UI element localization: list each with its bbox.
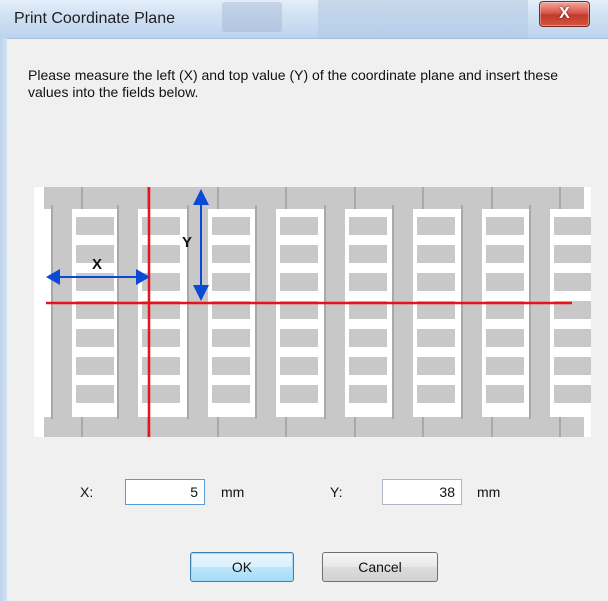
label-tile (349, 217, 387, 235)
label-tile (212, 357, 250, 375)
close-icon: X (559, 5, 570, 22)
label-tile (486, 245, 524, 263)
label-column-spine (52, 205, 72, 419)
label-tile (76, 217, 114, 235)
cancel-button[interactable]: Cancel (322, 552, 438, 582)
label-tile (280, 329, 318, 347)
ok-button[interactable]: OK (190, 552, 294, 582)
label-tile (212, 217, 250, 235)
label-tile (417, 329, 455, 347)
title-bar: Print Coordinate Plane X (0, 0, 608, 39)
label-tile (280, 385, 318, 403)
label-tile (349, 245, 387, 263)
x-unit-label: mm (221, 484, 245, 500)
label-tile (554, 273, 592, 291)
label-tile (349, 329, 387, 347)
label-tile (486, 273, 524, 291)
diagram-canvas: XY (44, 187, 592, 437)
label-tile (142, 217, 180, 235)
label-tile (76, 273, 114, 291)
label-tile (142, 385, 180, 403)
label-tile (142, 245, 180, 263)
x-measure-label: X (92, 256, 102, 273)
label-tile (76, 385, 114, 403)
label-tile (417, 385, 455, 403)
label-column-spine (256, 205, 276, 419)
label-column-spine (393, 205, 413, 419)
label-tile (349, 385, 387, 403)
coordinate-plane-diagram: XY (34, 187, 592, 437)
y-input[interactable] (382, 479, 462, 505)
label-tile (554, 385, 592, 403)
label-tile (417, 357, 455, 375)
label-tile (417, 245, 455, 263)
y-measure-label: Y (182, 234, 192, 251)
print-coordinate-plane-dialog: Print Coordinate Plane X Please measure … (0, 0, 608, 601)
label-tile (212, 329, 250, 347)
background-window-ghost (318, 0, 528, 38)
label-tile (554, 329, 592, 347)
x-field-label: X: (80, 484, 94, 500)
label-tile (212, 385, 250, 403)
instructions-text: Please measure the left (X) and top valu… (28, 67, 558, 100)
label-tile (212, 245, 250, 263)
label-column-spine (462, 205, 482, 419)
background-window-ghost (222, 2, 282, 32)
label-tile (142, 329, 180, 347)
label-column-spine (325, 205, 345, 419)
label-tile (280, 273, 318, 291)
label-tile (212, 273, 250, 291)
label-tile (486, 385, 524, 403)
label-tile (486, 329, 524, 347)
window-title: Print Coordinate Plane (14, 10, 175, 27)
label-tile (280, 357, 318, 375)
sheet-bottom-strip (44, 417, 584, 437)
x-input[interactable] (125, 479, 205, 505)
label-tile (554, 357, 592, 375)
label-tile (417, 217, 455, 235)
label-tile (486, 217, 524, 235)
y-field-label: Y: (330, 484, 343, 500)
label-tile (76, 357, 114, 375)
label-tile (417, 273, 455, 291)
label-column-spine (118, 205, 138, 419)
label-tile (349, 273, 387, 291)
label-tile (486, 357, 524, 375)
label-tile (280, 217, 318, 235)
label-tile (280, 245, 318, 263)
label-column-spine (530, 205, 550, 419)
window-frame (0, 38, 7, 601)
y-unit-label: mm (477, 484, 501, 500)
label-tile (142, 357, 180, 375)
label-tile (76, 329, 114, 347)
label-tile (554, 217, 592, 235)
close-button[interactable]: X (539, 1, 590, 27)
label-tile (349, 357, 387, 375)
label-tile (554, 245, 592, 263)
